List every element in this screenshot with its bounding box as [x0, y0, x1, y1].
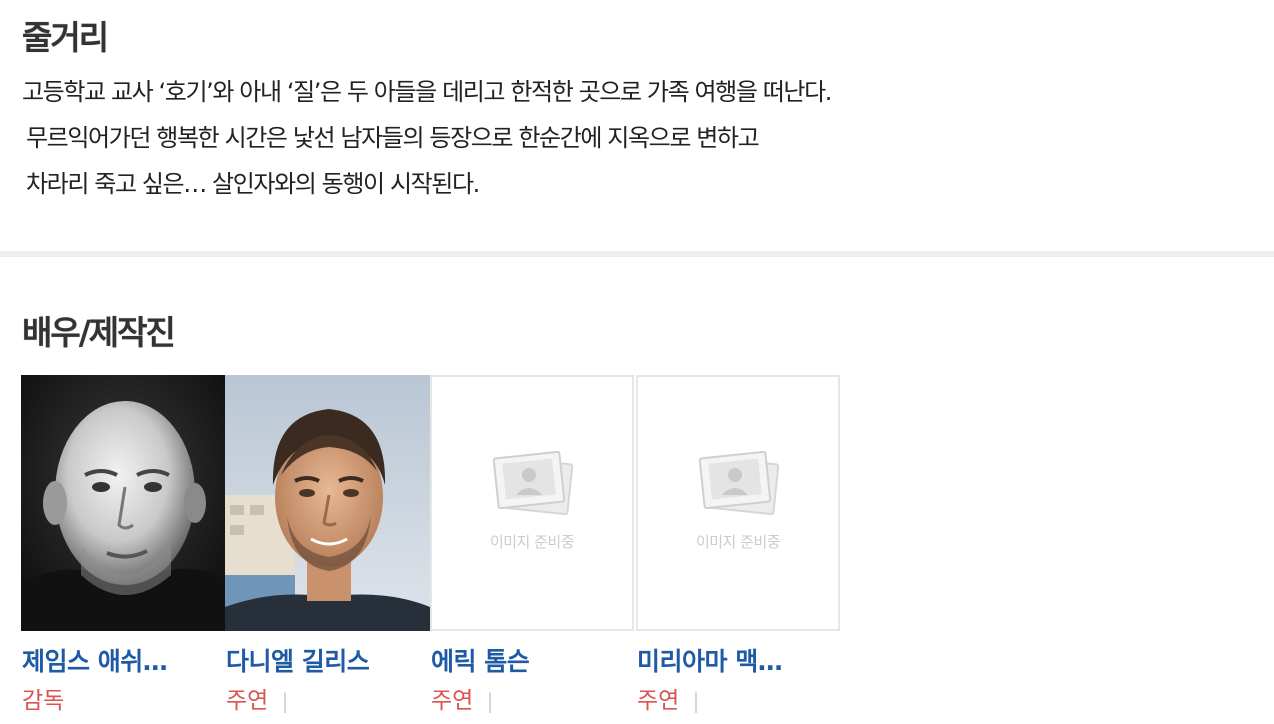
cast-role: 주연	[431, 688, 474, 714]
separator: |	[281, 689, 289, 713]
cast-name-link[interactable]: 에릭 톰슨	[431, 642, 530, 678]
cast-item[interactable]: 제임스 애쉬… 감독	[21, 375, 227, 715]
cast-item[interactable]: 이미지 준비중 미리아마 맥… 주연 |	[636, 375, 842, 715]
photo-placeholder-icon	[492, 451, 576, 515]
cast-name-link[interactable]: 미리아마 맥…	[637, 642, 783, 678]
section-divider	[0, 251, 1274, 257]
cast-photo-dark-hair-man[interactable]	[225, 375, 430, 631]
cast-role: 주연	[226, 688, 269, 714]
cast-photo-placeholder[interactable]: 이미지 준비중	[430, 375, 634, 631]
placeholder-text: 이미지 준비중	[489, 533, 575, 551]
cast-photo-placeholder[interactable]: 이미지 준비중	[636, 375, 840, 631]
separator: |	[486, 689, 494, 713]
cast-role-line: 감독	[22, 681, 64, 715]
cast-name-link[interactable]: 제임스 애쉬…	[22, 642, 168, 678]
movie-detail-page: 줄거리 고등학교 교사 ‘호기’와 아내 ‘질’은 두 아들을 데리고 한적한 …	[0, 0, 1274, 724]
synopsis-line: 고등학교 교사 ‘호기’와 아내 ‘질’은 두 아들을 데리고 한적한 곳으로 …	[22, 78, 832, 106]
synopsis-line: 무르익어가던 행복한 시간은 낯선 남자들의 등장으로 한순간에 지옥으로 변하…	[26, 124, 760, 152]
cast-role: 주연	[637, 688, 680, 714]
synopsis-line: 차라리 죽고 싶은… 살인자와의 동행이 시작된다.	[26, 170, 480, 198]
cast-name-link[interactable]: 다니엘 길리스	[226, 642, 370, 678]
cast-item[interactable]: 이미지 준비중 에릭 톰슨 주연 |	[430, 375, 636, 715]
cast-heading: 배우/제작진	[22, 313, 176, 352]
cast-role-line: 주연 |	[226, 681, 288, 715]
cast-item[interactable]: 다니엘 길리스 주연 |	[225, 375, 431, 715]
synopsis-heading: 줄거리	[22, 18, 109, 57]
cast-role-line: 주연 |	[431, 681, 493, 715]
cast-role: 감독	[22, 688, 65, 714]
cast-photo-bald-man[interactable]	[21, 375, 225, 631]
photo-placeholder-icon	[698, 451, 782, 515]
synopsis-text: 고등학교 교사 ‘호기’와 아내 ‘질’은 두 아들을 데리고 한적한 곳으로 …	[22, 72, 1202, 210]
placeholder-text: 이미지 준비중	[695, 533, 781, 551]
cast-role-line: 주연 |	[637, 681, 699, 715]
separator: |	[692, 689, 700, 713]
